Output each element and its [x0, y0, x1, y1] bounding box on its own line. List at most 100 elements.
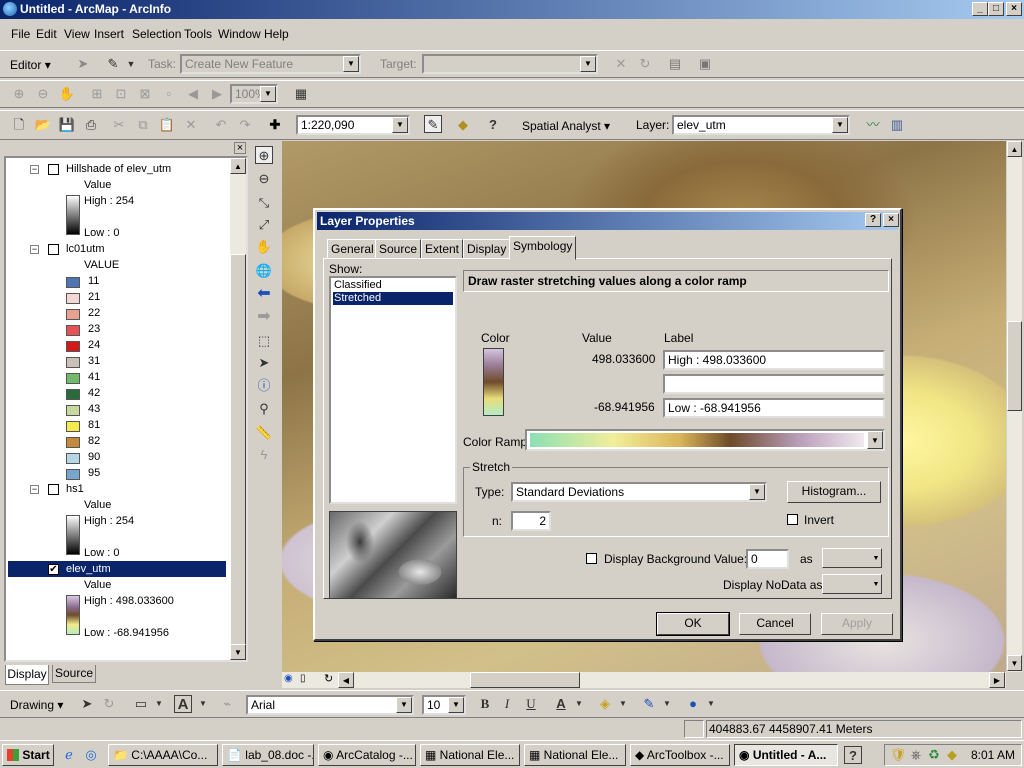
marker-color-icon[interactable]: ● — [684, 695, 702, 713]
spatial-analyst-menu[interactable]: Spatial Analyst ▾ — [522, 119, 610, 133]
display-background-checkbox[interactable] — [586, 553, 597, 564]
paste-icon[interactable]: 📋 — [158, 116, 176, 134]
line-color-dropdown-icon[interactable]: ▼ — [658, 695, 676, 713]
fixed-zoom-in-icon[interactable]: ⊠ — [136, 85, 154, 103]
cancel-button[interactable]: Cancel — [739, 613, 811, 635]
network-tray-icon[interactable]: ⎈ — [907, 746, 925, 764]
copy-icon[interactable]: ⧉ — [134, 116, 152, 134]
toc-tab-source[interactable]: Source — [52, 665, 96, 683]
taskbar-help-icon[interactable]: ? — [844, 746, 862, 764]
rotate-tool-icon[interactable]: ↻ — [636, 55, 654, 73]
scroll-up-icon[interactable]: ▲ — [230, 158, 246, 174]
text-dropdown-icon[interactable]: ▼ — [194, 695, 212, 713]
select-elements-icon[interactable]: ➤ — [78, 695, 96, 713]
scroll-right-icon[interactable]: ▶ — [989, 672, 1005, 688]
zoom-in-icon[interactable]: ⊕ — [255, 146, 273, 164]
taskbar-item[interactable]: ◉ Untitled - A... — [734, 744, 838, 766]
histogram-button[interactable]: Histogram... — [787, 481, 881, 503]
italic-button[interactable]: I — [498, 695, 516, 713]
editor-menu-button[interactable]: Editor ▾ — [10, 58, 51, 72]
toc-layer-hs1[interactable]: hs1 — [66, 483, 84, 495]
pan-page-icon[interactable]: ✋ — [58, 85, 76, 103]
zoom-whole-page-icon[interactable]: ⊞ — [88, 85, 106, 103]
select-features-icon[interactable]: ⬚ — [255, 332, 273, 350]
taskbar-item[interactable]: ◆ ArcToolbox -... — [630, 744, 730, 766]
map-scale-combo[interactable]: 1:220,090 ▼ — [296, 115, 410, 135]
identify-icon[interactable]: ⓘ — [255, 377, 273, 395]
drawing-menu[interactable]: Drawing ▾ — [10, 698, 63, 712]
nodata-color-picker[interactable]: ▼ — [822, 574, 882, 594]
zoom-100-icon[interactable]: ⊡ — [112, 85, 130, 103]
invert-checkbox[interactable] — [787, 514, 798, 525]
taskbar-item[interactable]: ▦ National Ele... — [524, 744, 626, 766]
select-elements-icon[interactable]: ➤ — [255, 354, 273, 372]
toggle-draft-mode-icon[interactable]: ▦ — [292, 85, 310, 103]
find-icon[interactable]: ⚲ — [255, 400, 273, 418]
sketch-properties-icon[interactable]: ▣ — [696, 55, 714, 73]
background-color-picker[interactable]: ▼ — [822, 548, 882, 568]
attributes-icon[interactable]: ▤ — [666, 55, 684, 73]
toc-collapse-icon[interactable]: − — [30, 485, 39, 494]
text-tool-icon[interactable]: A — [174, 695, 192, 713]
cut-icon[interactable]: ✂ — [110, 116, 128, 134]
layer-visibility-checkbox[interactable] — [48, 164, 59, 175]
undo-icon[interactable]: ↶ — [212, 116, 230, 134]
tray-icon[interactable]: ◆ — [943, 746, 961, 764]
legend-swatch[interactable] — [66, 453, 80, 464]
editor-toolbar-icon[interactable]: ✎ — [424, 115, 442, 133]
taskbar-item[interactable]: ◉ ArcCatalog -... — [318, 744, 416, 766]
split-tool-icon[interactable]: ✕ — [612, 55, 630, 73]
dialog-close-button[interactable]: × — [883, 213, 899, 227]
layer-visibility-checkbox[interactable]: ✔ — [48, 564, 59, 575]
back-arrow-icon[interactable]: ⬅ — [255, 285, 273, 303]
internet-explorer-icon[interactable]: ℯ — [60, 746, 78, 764]
full-extent-icon[interactable]: 🌐 — [255, 262, 273, 280]
map-horizontal-scrollbar[interactable]: ◉ ▯ ↻ ◀ ▶ — [282, 672, 1006, 688]
forward-arrow-icon[interactable]: ➡ — [255, 308, 273, 326]
toc-close-icon[interactable]: × — [234, 142, 246, 154]
fill-color-dropdown-icon[interactable]: ▼ — [614, 695, 632, 713]
marker-color-dropdown-icon[interactable]: ▼ — [702, 695, 720, 713]
legend-swatch[interactable] — [66, 373, 80, 384]
add-data-icon[interactable]: ✚ — [266, 116, 284, 134]
toc-collapse-icon[interactable]: − — [30, 165, 39, 174]
scroll-down-icon[interactable]: ▼ — [230, 644, 246, 660]
new-document-icon[interactable]: 🗋 — [10, 116, 28, 134]
rectangle-dropdown-icon[interactable]: ▼ — [150, 695, 168, 713]
legend-swatch[interactable] — [66, 405, 80, 416]
font-combo[interactable]: Arial ▼ — [246, 695, 414, 715]
save-icon[interactable]: 💾 — [58, 116, 76, 134]
measure-icon[interactable]: 📏 — [255, 424, 273, 442]
layer-visibility-checkbox[interactable] — [48, 484, 59, 495]
tab-extent[interactable]: Extent — [421, 239, 464, 259]
layout-view-icon[interactable]: ▯ — [300, 673, 306, 684]
taskbar-item[interactable]: 📄 lab_08.doc -... — [222, 744, 314, 766]
target-combo[interactable]: ▼ — [422, 54, 598, 74]
menu-file[interactable]: File — [11, 27, 30, 41]
fixed-zoom-in-icon[interactable]: ⤡ — [255, 194, 273, 212]
line-color-icon[interactable]: ✎ — [640, 695, 658, 713]
toc-layer-lc01utm[interactable]: lc01utm — [66, 243, 105, 255]
print-icon[interactable]: ⎙ — [82, 116, 100, 134]
arctoolbox-icon[interactable]: ◆ — [454, 116, 472, 134]
sync-tray-icon[interactable]: ♻ — [925, 746, 943, 764]
quick-launch-icon[interactable]: ◎ — [82, 746, 100, 764]
toc-layer-elev-utm[interactable]: elev_utm — [66, 563, 111, 575]
histogram-icon[interactable]: ▥ — [888, 116, 906, 134]
map-vertical-scrollbar[interactable]: ▲ ▼ — [1006, 141, 1022, 672]
back-extent-icon[interactable]: ◀ — [184, 85, 202, 103]
tab-general[interactable]: General — [327, 239, 378, 259]
security-tray-icon[interactable]: 🛡 — [889, 746, 907, 764]
tab-source[interactable]: Source — [375, 239, 422, 259]
zoom-out-icon[interactable]: ⊖ — [255, 170, 273, 188]
legend-swatch[interactable] — [66, 309, 80, 320]
legend-swatch[interactable] — [66, 341, 80, 352]
task-combo[interactable]: Create New Feature ▼ — [180, 54, 361, 74]
zoom-in-page-icon[interactable]: ⊕ — [10, 85, 28, 103]
menu-insert[interactable]: Insert — [94, 27, 124, 41]
layer-combo[interactable]: elev_utm ▼ — [672, 115, 850, 135]
maximize-button[interactable]: □ — [988, 2, 1004, 16]
hyperlink-icon[interactable]: ϟ — [255, 446, 273, 464]
n-field[interactable]: 2 — [511, 511, 551, 531]
stretch-type-combo[interactable]: Standard Deviations ▼ — [511, 482, 767, 502]
